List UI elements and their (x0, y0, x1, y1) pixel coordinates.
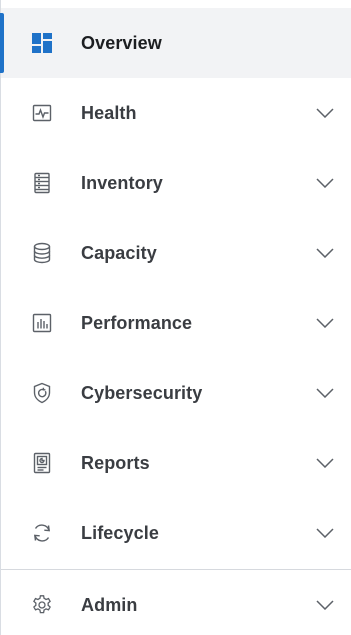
nav-label-overview: Overview (81, 32, 162, 53)
nav-label-cybersecurity: Cybersecurity (81, 382, 203, 403)
chevron-down-icon[interactable] (315, 103, 335, 123)
nav-item-lifecycle[interactable]: Lifecycle (1, 498, 351, 568)
nav-label-performance: Performance (81, 312, 193, 333)
side-navigation: Overview Health Inventory Capacity Perfo… (0, 0, 351, 635)
nav-label-reports: Reports (81, 452, 150, 473)
dashboard-grid-icon (31, 32, 53, 54)
nav-item-admin[interactable]: Admin (1, 570, 351, 635)
nav-item-health[interactable]: Health (1, 78, 351, 148)
gear-icon (31, 594, 53, 616)
bar-chart-icon (31, 312, 53, 334)
nav-label-capacity: Capacity (81, 242, 157, 263)
nav-item-performance[interactable]: Performance (1, 288, 351, 358)
nav-item-overview[interactable]: Overview (0, 8, 351, 78)
chevron-down-icon[interactable] (315, 453, 335, 473)
nav-item-inventory[interactable]: Inventory (1, 148, 351, 218)
database-icon (31, 242, 53, 264)
nav-label-lifecycle: Lifecycle (81, 522, 159, 543)
chevron-down-icon[interactable] (315, 595, 335, 615)
nav-label-health: Health (81, 102, 137, 123)
chevron-down-icon[interactable] (315, 523, 335, 543)
report-icon (31, 452, 53, 474)
nav-label-admin: Admin (81, 594, 138, 615)
chevron-down-icon[interactable] (315, 383, 335, 403)
shield-icon (31, 382, 53, 404)
refresh-cycle-icon (31, 522, 53, 544)
nav-label-inventory: Inventory (81, 172, 163, 193)
nav-item-capacity[interactable]: Capacity (1, 218, 351, 288)
nav-item-cybersecurity[interactable]: Cybersecurity (1, 358, 351, 428)
nav-item-reports[interactable]: Reports (1, 428, 351, 498)
chevron-down-icon[interactable] (315, 173, 335, 193)
health-pulse-icon (31, 102, 53, 124)
chevron-down-icon[interactable] (315, 313, 335, 333)
chevron-down-icon[interactable] (315, 243, 335, 263)
inventory-list-icon (31, 172, 53, 194)
